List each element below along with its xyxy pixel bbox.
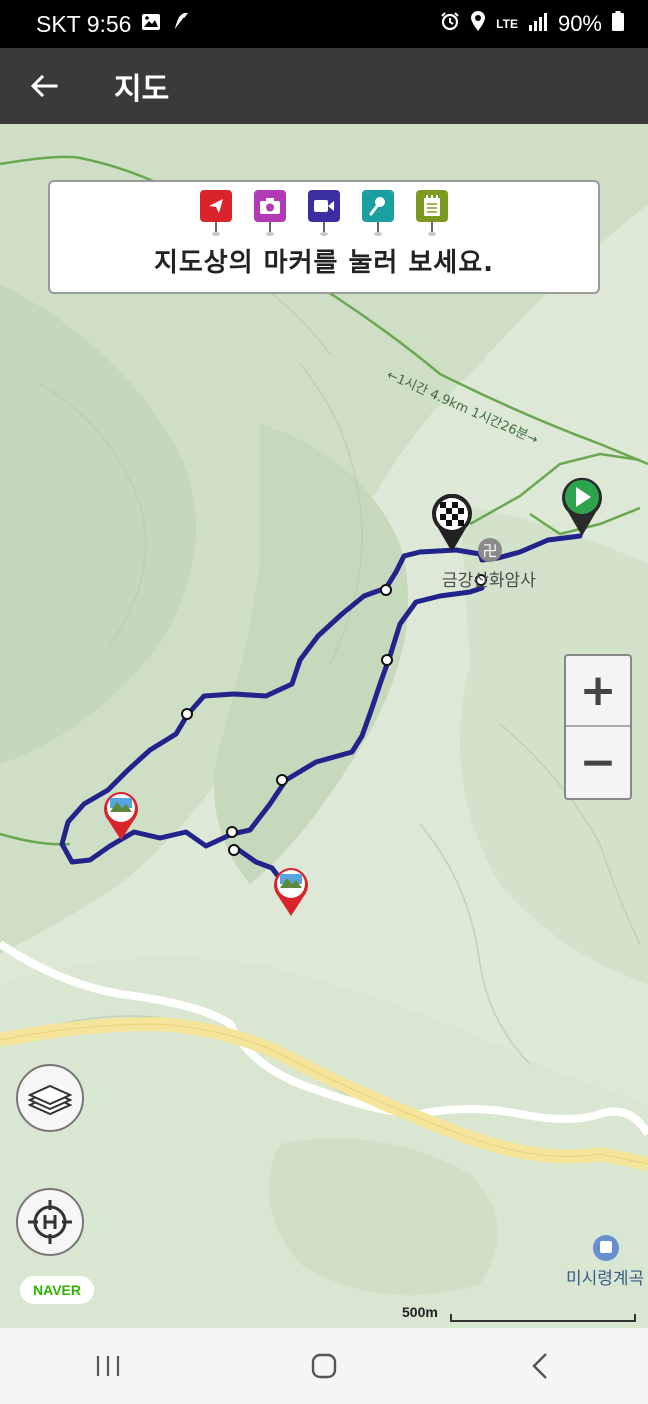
notepad-icon — [424, 195, 440, 216]
recent-apps-button[interactable] — [58, 1336, 158, 1396]
status-left: SKT 9:56 — [36, 10, 191, 38]
gallery-icon — [141, 11, 161, 38]
temple-icon: 卍 — [478, 538, 502, 562]
system-back-button[interactable] — [490, 1336, 590, 1396]
app-bar: 지도 — [0, 48, 648, 124]
camera-icon — [260, 198, 280, 214]
chevron-left-icon — [532, 1353, 547, 1379]
zoom-out-button[interactable]: − — [566, 727, 630, 798]
alarm-icon — [440, 11, 460, 37]
temple-label[interactable]: 금강산화암사 — [442, 566, 536, 591]
back-button[interactable] — [0, 48, 88, 124]
page-title: 지도 — [114, 72, 170, 107]
map-view[interactable]: 卍 ←1시간 4.9km 1시간26분→ 금강산화암사 미시령계곡 지도상의 마… — [0, 124, 648, 1328]
crosshair-home-icon — [28, 1200, 72, 1244]
home-icon — [311, 1353, 337, 1379]
layers-icon — [28, 1084, 72, 1116]
navigation-marker[interactable] — [200, 190, 232, 236]
naver-logo: NAVER — [20, 1276, 94, 1304]
status-right: LTE 90% — [440, 10, 624, 38]
system-nav-bar — [0, 1328, 648, 1404]
location-icon — [470, 10, 486, 38]
memo-marker[interactable] — [416, 190, 448, 236]
photo-marker[interactable] — [254, 190, 286, 236]
zoom-in-button[interactable]: + — [566, 656, 630, 727]
map-base: 卍 — [0, 124, 648, 1328]
carrier-time: SKT 9:56 — [36, 10, 132, 37]
svg-text:卍: 卍 — [482, 542, 497, 560]
status-bar: SKT 9:56 LTE 90% — [0, 0, 648, 48]
start-marker[interactable] — [560, 476, 604, 538]
scale-bar: 500m — [402, 1304, 638, 1326]
network-type: LTE — [496, 17, 518, 31]
home-button[interactable] — [274, 1336, 374, 1396]
marker-legend: 지도상의 마커를 눌러 보세요. — [48, 180, 600, 294]
zoom-control: + − — [564, 654, 632, 800]
layers-button[interactable] — [16, 1064, 84, 1132]
battery-percent: 90% — [557, 11, 602, 36]
finish-marker[interactable] — [430, 494, 474, 554]
recents-icon — [96, 1356, 120, 1376]
video-marker[interactable] — [308, 190, 340, 236]
arrow-left-icon — [30, 74, 58, 98]
legend-instruction: 지도상의 마커를 눌러 보세요. — [153, 248, 495, 278]
battery-icon — [612, 11, 624, 37]
poi-marker-south[interactable] — [272, 866, 310, 918]
audio-marker[interactable] — [362, 190, 394, 236]
feather-icon — [171, 10, 191, 38]
legend-icons — [200, 190, 448, 236]
arrow-icon — [209, 199, 223, 213]
valley-icon — [593, 1235, 619, 1261]
signal-icon — [528, 11, 548, 37]
scale-line — [450, 1314, 636, 1322]
scale-label: 500m — [402, 1304, 438, 1320]
valley-label[interactable]: 미시령계곡 — [566, 1264, 644, 1289]
video-icon — [314, 200, 334, 212]
home-location-button[interactable] — [16, 1188, 84, 1256]
microphone-icon — [369, 197, 385, 216]
poi-marker-west[interactable] — [102, 790, 140, 842]
